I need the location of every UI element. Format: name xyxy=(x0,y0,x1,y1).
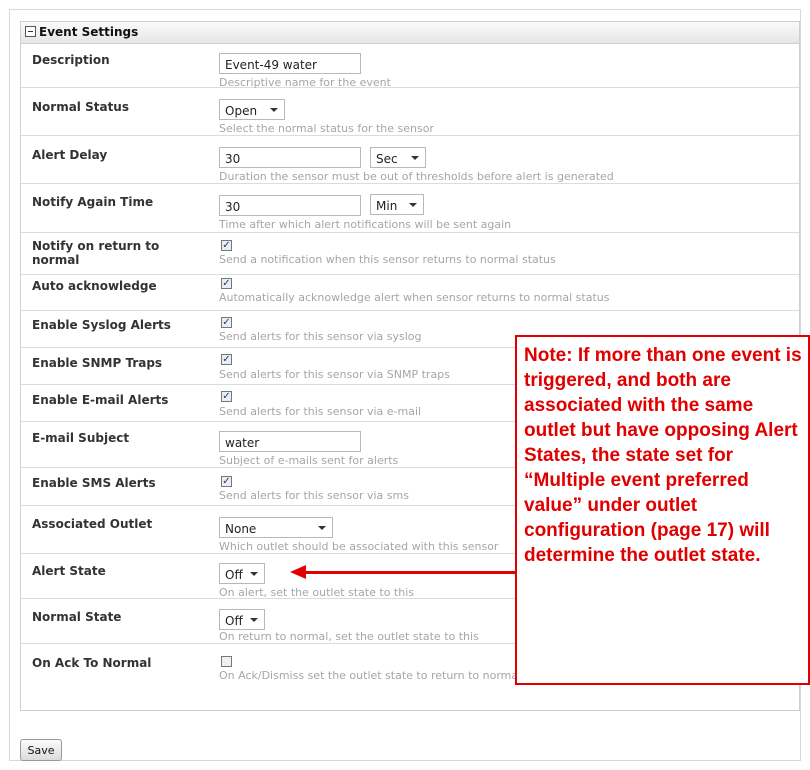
snmp-checkbox[interactable]: ✓ xyxy=(221,354,232,365)
row-notify-again: Notify Again Time 30 Min Time after whic… xyxy=(21,184,799,233)
outlet-label: Associated Outlet xyxy=(32,517,153,531)
chevron-down-icon xyxy=(270,108,278,112)
notify-again-label: Notify Again Time xyxy=(32,195,154,209)
row-normal-status: Normal Status Open Select the normal sta… xyxy=(21,88,799,136)
notify-again-help: Time after which alert notifications wil… xyxy=(219,218,512,231)
syslog-label: Enable Syslog Alerts xyxy=(32,318,171,332)
normal-state-help: On return to normal, set the outlet stat… xyxy=(219,630,479,643)
normal-state-select[interactable]: Off xyxy=(219,609,265,630)
snmp-help: Send alerts for this sensor via SNMP tra… xyxy=(219,368,450,381)
panel-title: Event Settings xyxy=(39,25,139,39)
sms-help: Send alerts for this sensor via sms xyxy=(219,489,409,502)
email-label: Enable E-mail Alerts xyxy=(32,393,169,407)
notify-return-help: Send a notification when this sensor ret… xyxy=(219,253,556,266)
alert-state-help: On alert, set the outlet state to this xyxy=(219,586,414,599)
outlet-select[interactable]: None xyxy=(219,517,333,538)
save-button[interactable]: Save xyxy=(20,739,62,761)
normal-state-label: Normal State xyxy=(32,610,122,624)
normal-status-help: Select the normal status for the sensor xyxy=(219,122,434,135)
auto-ack-checkbox[interactable]: ✓ xyxy=(221,278,232,289)
ack-normal-help: On Ack/Dismiss set the outlet state to r… xyxy=(219,669,559,682)
alert-delay-help: Duration the sensor must be out of thres… xyxy=(219,170,614,183)
callout-arrow-icon xyxy=(290,565,306,579)
outlet-value: None xyxy=(225,522,257,536)
normal-status-select[interactable]: Open xyxy=(219,99,285,120)
normal-state-value: Off xyxy=(225,614,243,628)
chevron-down-icon xyxy=(318,526,326,530)
ack-normal-label: On Ack To Normal xyxy=(32,656,152,670)
callout-arrow-line xyxy=(305,571,516,574)
row-auto-ack: Auto acknowledge ✓ Automatically acknowl… xyxy=(21,275,799,311)
email-subject-label: E-mail Subject xyxy=(32,431,130,445)
notify-again-unit-value: Min xyxy=(376,199,398,213)
alert-state-select[interactable]: Off xyxy=(219,563,265,584)
outlet-help: Which outlet should be associated with t… xyxy=(219,540,499,553)
email-subject-help: Subject of e-mails sent for alerts xyxy=(219,454,399,467)
alert-state-value: Off xyxy=(225,568,243,582)
chevron-down-icon xyxy=(411,156,419,160)
normal-status-value: Open xyxy=(225,104,258,118)
notify-again-unit-select[interactable]: Min xyxy=(370,194,424,215)
notify-again-input[interactable]: 30 xyxy=(219,195,361,216)
alert-delay-unit-value: Sec xyxy=(376,152,398,166)
panel-header: Event Settings xyxy=(21,22,799,44)
row-notify-return: Notify on return to normal ✓ Send a noti… xyxy=(21,233,799,275)
row-alert-delay: Alert Delay 30 Sec Duration the sensor m… xyxy=(21,136,799,184)
auto-ack-label: Auto acknowledge xyxy=(32,279,157,293)
email-checkbox[interactable]: ✓ xyxy=(221,391,232,402)
collapse-icon[interactable] xyxy=(25,26,36,37)
syslog-help: Send alerts for this sensor via syslog xyxy=(219,330,422,343)
syslog-checkbox[interactable]: ✓ xyxy=(221,317,232,328)
alert-delay-unit-select[interactable]: Sec xyxy=(370,147,426,168)
annotation-note: Note: If more than one event is triggere… xyxy=(515,335,810,685)
row-description: Description Event-49 water Descriptive n… xyxy=(21,43,799,89)
email-subject-input[interactable]: water xyxy=(219,431,361,452)
notify-return-label: Notify on return to normal xyxy=(32,239,160,267)
auto-ack-help: Automatically acknowledge alert when sen… xyxy=(219,291,610,304)
description-label: Description xyxy=(32,53,110,67)
chevron-down-icon xyxy=(250,618,258,622)
snmp-label: Enable SNMP Traps xyxy=(32,356,163,370)
normal-status-label: Normal Status xyxy=(32,100,129,114)
email-help: Send alerts for this sensor via e-mail xyxy=(219,405,422,418)
chevron-down-icon xyxy=(250,572,258,576)
alert-delay-label: Alert Delay xyxy=(32,148,108,162)
sms-checkbox[interactable]: ✓ xyxy=(221,476,232,487)
notify-return-checkbox[interactable]: ✓ xyxy=(221,240,232,251)
sms-label: Enable SMS Alerts xyxy=(32,476,156,490)
ack-normal-checkbox[interactable] xyxy=(221,656,232,667)
alert-delay-input[interactable]: 30 xyxy=(219,147,361,168)
alert-state-label: Alert State xyxy=(32,564,106,578)
chevron-down-icon xyxy=(409,203,417,207)
description-input[interactable]: Event-49 water xyxy=(219,53,361,74)
